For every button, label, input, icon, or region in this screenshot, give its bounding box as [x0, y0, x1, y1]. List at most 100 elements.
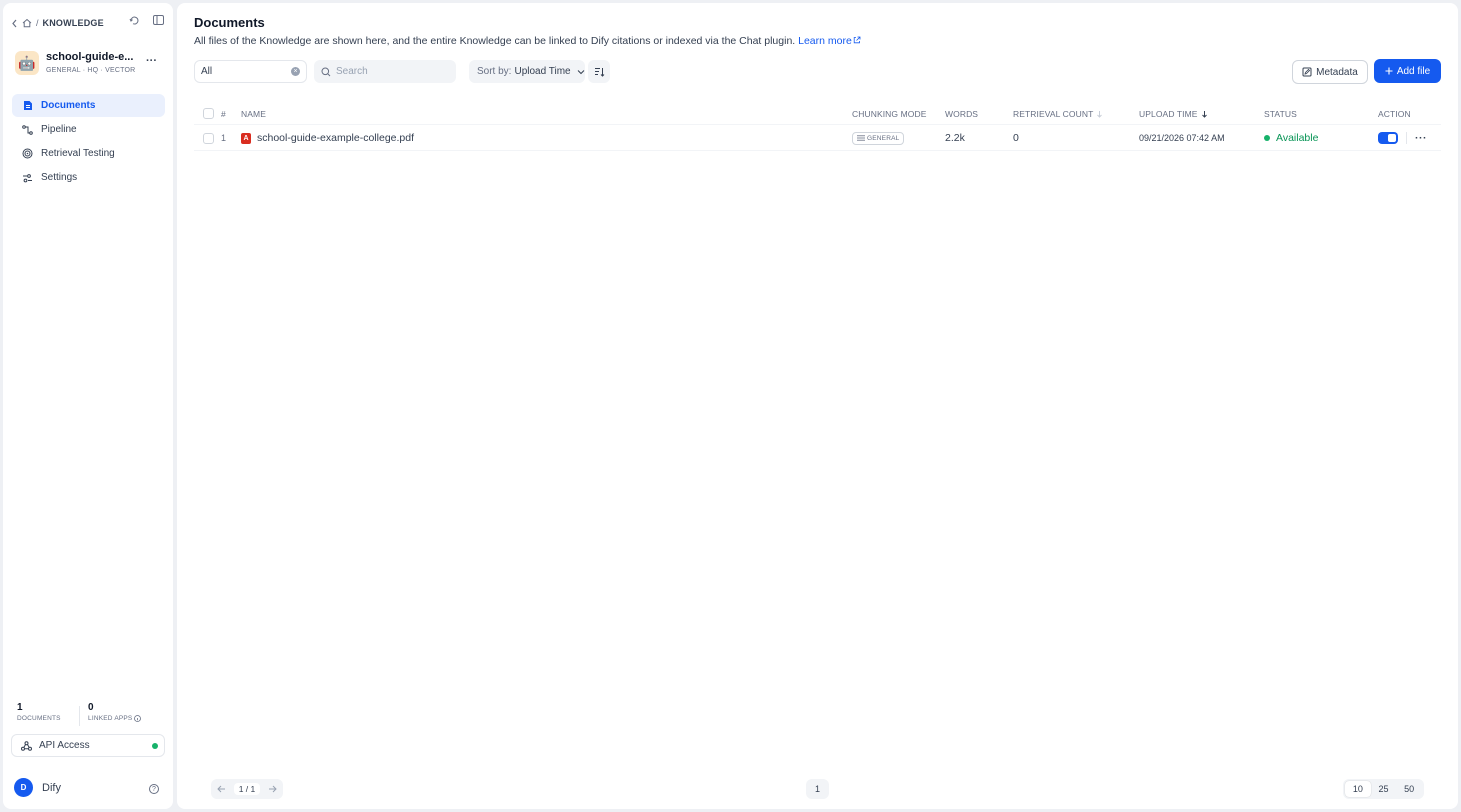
row-upload-time: 09/21/2026 07:42 AM	[1139, 133, 1225, 143]
help-icon[interactable]: ?	[149, 784, 159, 794]
row-more-icon[interactable]: ···	[1415, 132, 1427, 144]
page-size-10[interactable]: 10	[1345, 781, 1371, 797]
user-name: Dify	[42, 781, 61, 794]
sidebar-item-settings[interactable]: Settings	[12, 166, 165, 189]
header-upload-time-wrap[interactable]: UPLOAD TIME	[1139, 103, 1208, 124]
metadata-button[interactable]: Metadata	[1292, 60, 1368, 84]
dataset-stats: 1 DOCUMENTS 0 LINKED APPS	[17, 702, 167, 726]
api-access-label: API Access	[39, 740, 90, 751]
row-chunking-mode-cell: GENERAL	[852, 126, 905, 150]
more-options-icon[interactable]: ···	[146, 55, 157, 67]
learn-more-label: Learn more	[798, 35, 852, 47]
pipeline-icon	[22, 124, 33, 135]
external-link-icon	[853, 36, 861, 44]
plus-icon	[1385, 67, 1393, 75]
header-retrieval-count-wrap[interactable]: RETRIEVAL COUNT	[1013, 103, 1103, 124]
documents-stat: 1 DOCUMENTS	[17, 702, 87, 726]
row-retrieval-count: 0	[1013, 132, 1019, 144]
refresh-icon[interactable]	[128, 14, 140, 26]
sort-descending-icon	[594, 67, 604, 77]
header-checkbox-cell	[203, 103, 214, 124]
documents-count: 1	[17, 702, 23, 713]
learn-more-link[interactable]: Learn more	[798, 35, 861, 47]
row-checkbox-cell	[203, 126, 214, 150]
row-index: 1	[221, 133, 227, 143]
user-menu[interactable]: D Dify	[14, 778, 61, 797]
chevron-down-icon	[577, 69, 584, 74]
action-divider	[1406, 132, 1407, 144]
page-size-50[interactable]: 50	[1396, 781, 1422, 797]
table-row[interactable]: 1 A school-guide-example-college.pdf GEN…	[194, 126, 1441, 151]
clear-icon[interactable]: ×	[291, 67, 300, 76]
sidebar-item-documents[interactable]: Documents	[12, 94, 165, 117]
page-size-25[interactable]: 25	[1371, 781, 1397, 797]
info-icon[interactable]	[134, 715, 142, 722]
sort-arrow-icon	[1097, 110, 1103, 118]
dataset-card[interactable]: 🤖 school-guide-e... GENERAL · HQ · VECTO…	[15, 49, 165, 79]
page-title: Documents	[194, 15, 265, 30]
linked-apps-stat: 0 LINKED APPS	[88, 702, 158, 726]
sidebar-item-label: Documents	[41, 100, 96, 111]
row-name-cell[interactable]: A school-guide-example-college.pdf	[241, 126, 414, 150]
sort-arrow-icon	[1201, 110, 1207, 118]
enable-toggle[interactable]	[1378, 132, 1398, 144]
sort-prefix: Sort by:	[477, 66, 512, 77]
header-status: STATUS	[1264, 108, 1297, 119]
breadcrumb: / KNOWLEDGE	[11, 16, 104, 30]
status-filter[interactable]: All ×	[194, 60, 307, 83]
metadata-icon	[1302, 67, 1312, 77]
header-action: ACTION	[1378, 108, 1411, 119]
settings-icon	[22, 172, 33, 183]
header-name: NAME	[241, 108, 266, 119]
breadcrumb-separator: /	[36, 18, 39, 28]
home-icon[interactable]	[22, 18, 32, 28]
sidebar: / KNOWLEDGE 🤖 school-guide-e... GENERAL …	[3, 3, 173, 809]
metadata-label: Metadata	[1316, 66, 1358, 78]
page-indicator: 1 / 1	[233, 783, 261, 795]
arrow-right-icon[interactable]	[268, 785, 277, 793]
search-icon	[321, 67, 331, 76]
search-input[interactable]	[336, 66, 446, 77]
sidebar-nav: Documents Pipeline Retrieval Testing Set…	[12, 94, 165, 190]
search-box[interactable]	[314, 60, 456, 83]
dataset-avatar: 🤖	[15, 51, 39, 75]
row-checkbox[interactable]	[203, 132, 214, 144]
sidebar-item-retrieval-testing[interactable]: Retrieval Testing	[12, 142, 165, 165]
description-text: All files of the Knowledge are shown her…	[194, 35, 796, 47]
table-header: # NAME CHUNKING MODE WORDS RETRIEVAL COU…	[194, 103, 1441, 125]
sort-select[interactable]: Sort by: Upload Time	[469, 60, 585, 83]
arrow-left-icon[interactable]	[217, 785, 226, 793]
header-words: WORDS	[945, 108, 979, 119]
api-access-button[interactable]: API Access	[11, 734, 165, 757]
page-size-selector: 10 25 50	[1343, 779, 1424, 799]
target-icon	[22, 148, 33, 159]
pdf-icon: A	[241, 132, 251, 144]
chunking-mode-badge: GENERAL	[852, 131, 905, 145]
row-words: 2.2k	[945, 132, 965, 144]
dataset-name: school-guide-e...	[46, 51, 134, 63]
header-index: #	[221, 108, 226, 119]
dataset-meta: GENERAL · HQ · VECTOR	[46, 67, 136, 74]
chunking-mode-label: GENERAL	[867, 134, 900, 142]
linked-apps-label: LINKED APPS	[88, 715, 133, 722]
sidebar-item-label: Settings	[41, 172, 78, 183]
avatar: D	[14, 778, 33, 797]
api-status-dot	[152, 743, 158, 749]
linked-apps-count: 0	[88, 702, 94, 713]
sidebar-item-pipeline[interactable]: Pipeline	[12, 118, 165, 141]
main-panel: Documents All files of the Knowledge are…	[177, 3, 1458, 809]
api-icon	[21, 740, 32, 751]
row-file-name[interactable]: school-guide-example-college.pdf	[257, 132, 414, 144]
page-number-button[interactable]: 1	[806, 779, 829, 799]
linked-apps-label-wrap: LINKED APPS	[88, 715, 158, 722]
row-action-cell: ···	[1378, 126, 1427, 150]
select-all-checkbox[interactable]	[203, 108, 214, 119]
stats-divider	[79, 706, 80, 726]
status-badge: Available	[1276, 132, 1319, 144]
breadcrumb-knowledge[interactable]: KNOWLEDGE	[43, 18, 104, 28]
sidebar-toggle-icon[interactable]	[152, 14, 164, 26]
add-file-button[interactable]: Add file	[1374, 59, 1441, 83]
sort-direction-button[interactable]	[588, 60, 610, 83]
chevron-left-icon[interactable]	[11, 19, 18, 28]
pagination-nav: 1 / 1	[211, 779, 283, 799]
